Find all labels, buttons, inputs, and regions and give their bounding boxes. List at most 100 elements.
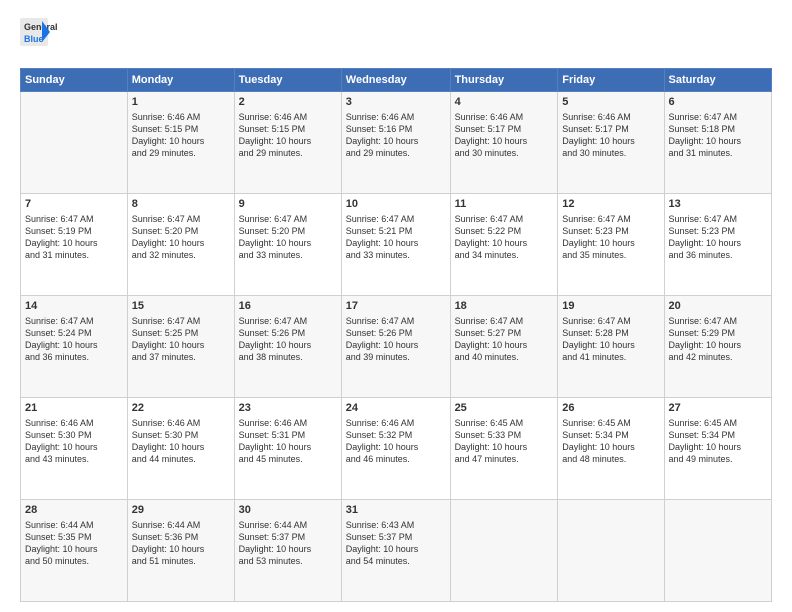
day-info: Daylight: 10 hours bbox=[669, 237, 767, 249]
day-info: Sunset: 5:23 PM bbox=[562, 225, 659, 237]
day-info: Sunset: 5:35 PM bbox=[25, 531, 123, 543]
calendar-cell: 26Sunrise: 6:45 AMSunset: 5:34 PMDayligh… bbox=[558, 398, 664, 500]
day-info: Sunrise: 6:47 AM bbox=[455, 315, 554, 327]
col-header-sunday: Sunday bbox=[21, 69, 128, 92]
day-number: 20 bbox=[669, 299, 767, 314]
day-info: and 41 minutes. bbox=[562, 351, 659, 363]
day-number: 23 bbox=[239, 401, 337, 416]
day-info: Daylight: 10 hours bbox=[132, 237, 230, 249]
day-number: 3 bbox=[346, 95, 446, 110]
calendar-cell bbox=[450, 500, 558, 602]
day-info: Sunrise: 6:47 AM bbox=[669, 213, 767, 225]
week-row-1: 1Sunrise: 6:46 AMSunset: 5:15 PMDaylight… bbox=[21, 92, 772, 194]
day-info: Sunset: 5:16 PM bbox=[346, 123, 446, 135]
calendar-table: SundayMondayTuesdayWednesdayThursdayFrid… bbox=[20, 68, 772, 602]
day-info: Sunset: 5:26 PM bbox=[239, 327, 337, 339]
day-info: Sunset: 5:30 PM bbox=[132, 429, 230, 441]
day-info: Sunrise: 6:47 AM bbox=[132, 213, 230, 225]
day-number: 30 bbox=[239, 503, 337, 518]
day-info: and 34 minutes. bbox=[455, 249, 554, 261]
day-info: Daylight: 10 hours bbox=[25, 339, 123, 351]
calendar-cell: 7Sunrise: 6:47 AMSunset: 5:19 PMDaylight… bbox=[21, 194, 128, 296]
calendar-cell: 21Sunrise: 6:46 AMSunset: 5:30 PMDayligh… bbox=[21, 398, 128, 500]
day-info: Sunset: 5:37 PM bbox=[346, 531, 446, 543]
day-info: Sunset: 5:33 PM bbox=[455, 429, 554, 441]
day-info: Daylight: 10 hours bbox=[455, 441, 554, 453]
calendar-cell: 5Sunrise: 6:46 AMSunset: 5:17 PMDaylight… bbox=[558, 92, 664, 194]
calendar-cell: 3Sunrise: 6:46 AMSunset: 5:16 PMDaylight… bbox=[341, 92, 450, 194]
day-info: Sunrise: 6:46 AM bbox=[132, 111, 230, 123]
day-info: Sunset: 5:21 PM bbox=[346, 225, 446, 237]
day-info: Sunset: 5:22 PM bbox=[455, 225, 554, 237]
day-info: Daylight: 10 hours bbox=[346, 441, 446, 453]
day-info: Sunrise: 6:47 AM bbox=[346, 315, 446, 327]
calendar-cell: 14Sunrise: 6:47 AMSunset: 5:24 PMDayligh… bbox=[21, 296, 128, 398]
day-info: Sunrise: 6:47 AM bbox=[455, 213, 554, 225]
day-info: and 40 minutes. bbox=[455, 351, 554, 363]
day-info: Sunset: 5:26 PM bbox=[346, 327, 446, 339]
header-row: SundayMondayTuesdayWednesdayThursdayFrid… bbox=[21, 69, 772, 92]
day-info: Sunset: 5:28 PM bbox=[562, 327, 659, 339]
day-info: Sunrise: 6:45 AM bbox=[562, 417, 659, 429]
day-info: Daylight: 10 hours bbox=[239, 441, 337, 453]
calendar-cell: 15Sunrise: 6:47 AMSunset: 5:25 PMDayligh… bbox=[127, 296, 234, 398]
day-number: 14 bbox=[25, 299, 123, 314]
day-info: Daylight: 10 hours bbox=[132, 339, 230, 351]
day-info: and 51 minutes. bbox=[132, 555, 230, 567]
day-number: 25 bbox=[455, 401, 554, 416]
day-info: Sunset: 5:18 PM bbox=[669, 123, 767, 135]
day-info: Sunset: 5:27 PM bbox=[455, 327, 554, 339]
day-info: Sunset: 5:31 PM bbox=[239, 429, 337, 441]
day-info: Sunrise: 6:47 AM bbox=[562, 213, 659, 225]
calendar-cell: 25Sunrise: 6:45 AMSunset: 5:33 PMDayligh… bbox=[450, 398, 558, 500]
day-info: Sunrise: 6:45 AM bbox=[455, 417, 554, 429]
day-info: and 48 minutes. bbox=[562, 453, 659, 465]
calendar-cell: 1Sunrise: 6:46 AMSunset: 5:15 PMDaylight… bbox=[127, 92, 234, 194]
day-info: and 42 minutes. bbox=[669, 351, 767, 363]
day-info: Sunrise: 6:47 AM bbox=[132, 315, 230, 327]
calendar-cell: 6Sunrise: 6:47 AMSunset: 5:18 PMDaylight… bbox=[664, 92, 771, 194]
day-number: 11 bbox=[455, 197, 554, 212]
day-info: Sunset: 5:34 PM bbox=[562, 429, 659, 441]
calendar-cell: 19Sunrise: 6:47 AMSunset: 5:28 PMDayligh… bbox=[558, 296, 664, 398]
day-number: 15 bbox=[132, 299, 230, 314]
col-header-saturday: Saturday bbox=[664, 69, 771, 92]
day-info: Daylight: 10 hours bbox=[669, 339, 767, 351]
col-header-friday: Friday bbox=[558, 69, 664, 92]
day-info: Sunset: 5:20 PM bbox=[239, 225, 337, 237]
calendar-cell: 23Sunrise: 6:46 AMSunset: 5:31 PMDayligh… bbox=[234, 398, 341, 500]
day-info: Sunset: 5:17 PM bbox=[455, 123, 554, 135]
day-info: Daylight: 10 hours bbox=[132, 543, 230, 555]
calendar-cell: 31Sunrise: 6:43 AMSunset: 5:37 PMDayligh… bbox=[341, 500, 450, 602]
day-number: 6 bbox=[669, 95, 767, 110]
day-info: Sunrise: 6:45 AM bbox=[669, 417, 767, 429]
day-number: 31 bbox=[346, 503, 446, 518]
day-info: Sunrise: 6:47 AM bbox=[346, 213, 446, 225]
day-info: and 36 minutes. bbox=[669, 249, 767, 261]
calendar-cell: 8Sunrise: 6:47 AMSunset: 5:20 PMDaylight… bbox=[127, 194, 234, 296]
day-info: Sunrise: 6:44 AM bbox=[132, 519, 230, 531]
day-info: and 32 minutes. bbox=[132, 249, 230, 261]
col-header-wednesday: Wednesday bbox=[341, 69, 450, 92]
calendar-cell: 2Sunrise: 6:46 AMSunset: 5:15 PMDaylight… bbox=[234, 92, 341, 194]
day-info: Sunrise: 6:47 AM bbox=[669, 315, 767, 327]
day-info: Sunset: 5:29 PM bbox=[669, 327, 767, 339]
day-info: Daylight: 10 hours bbox=[239, 339, 337, 351]
day-number: 24 bbox=[346, 401, 446, 416]
day-number: 13 bbox=[669, 197, 767, 212]
day-info: Daylight: 10 hours bbox=[669, 135, 767, 147]
day-info: Sunset: 5:30 PM bbox=[25, 429, 123, 441]
day-info: and 37 minutes. bbox=[132, 351, 230, 363]
day-info: Daylight: 10 hours bbox=[455, 135, 554, 147]
day-info: Daylight: 10 hours bbox=[132, 441, 230, 453]
calendar-cell: 13Sunrise: 6:47 AMSunset: 5:23 PMDayligh… bbox=[664, 194, 771, 296]
day-number: 10 bbox=[346, 197, 446, 212]
day-info: Daylight: 10 hours bbox=[455, 339, 554, 351]
day-info: Sunrise: 6:46 AM bbox=[239, 111, 337, 123]
day-info: Sunrise: 6:46 AM bbox=[562, 111, 659, 123]
day-info: Daylight: 10 hours bbox=[669, 441, 767, 453]
day-info: Sunrise: 6:47 AM bbox=[562, 315, 659, 327]
day-info: Daylight: 10 hours bbox=[562, 237, 659, 249]
day-info: Sunrise: 6:44 AM bbox=[25, 519, 123, 531]
day-info: Sunset: 5:36 PM bbox=[132, 531, 230, 543]
